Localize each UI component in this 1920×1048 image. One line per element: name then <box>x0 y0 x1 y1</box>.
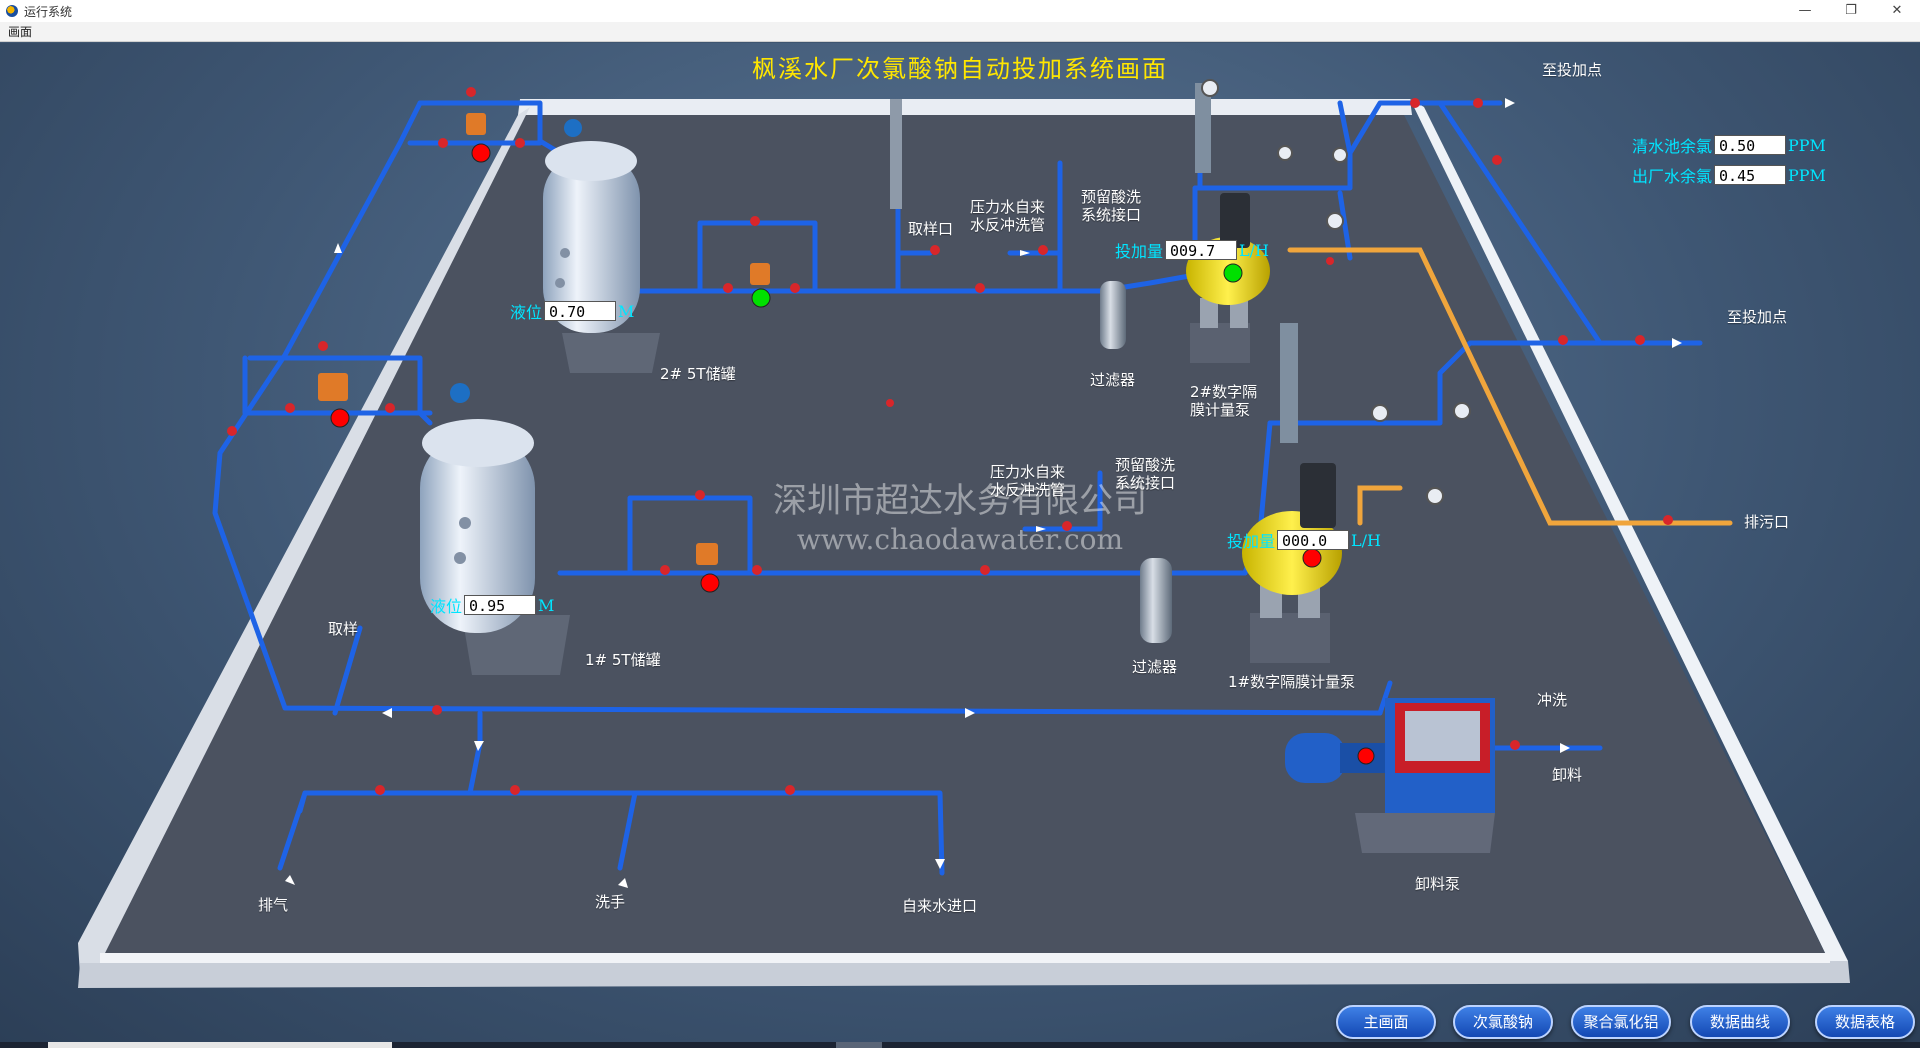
outlet-chlorine-value: 0.45 <box>1714 165 1787 185</box>
bottom-nav: 主画面 次氯酸钠 聚合氯化铝 数据曲线 数据表格 <box>0 1000 1920 1048</box>
label-sampling-port: 取样口 <box>908 220 954 238</box>
label-pressure-water-top: 压力水自来 水反冲洗管 <box>970 198 1046 234</box>
app-icon <box>6 5 18 17</box>
outlet-chlorine-label: 出厂水余氯 <box>1632 167 1713 186</box>
tank1-level-label: 液位 <box>430 597 463 616</box>
label-to-dosing-point-mid: 至投加点 <box>1727 308 1788 326</box>
tank1-level-value: 0.95 <box>464 595 537 615</box>
pump1-dose-unit: L/H <box>1351 530 1381 550</box>
label-filter-top: 过滤器 <box>1090 371 1136 389</box>
filter-mid <box>1140 558 1172 643</box>
nav-pac-button[interactable]: 聚合氯化铝 <box>1571 1005 1671 1039</box>
menubar: 画面 <box>0 22 1920 42</box>
back-wall <box>518 99 1412 115</box>
label-flush: 冲洗 <box>1537 691 1568 709</box>
tank2-level-readout: 液位 0.70 M <box>510 299 634 323</box>
label-filter-mid: 过滤器 <box>1132 658 1178 676</box>
tank2-level-unit: M <box>618 301 635 321</box>
pump1-dose-label: 投加量 <box>1227 532 1276 551</box>
taskbar-strip <box>0 1042 1920 1048</box>
label-unload-pump: 卸料泵 <box>1415 875 1461 893</box>
clear-pool-chlorine-label: 清水池余氯 <box>1632 137 1713 156</box>
valve-mid-top-status <box>751 288 771 308</box>
label-reserved-acid-mid: 预留酸洗 系统接口 <box>1115 456 1176 492</box>
sample-column <box>890 99 902 209</box>
label-tap-water-inlet: 自来水进口 <box>902 897 978 915</box>
clear-pool-chlorine-readout: 清水池余氯 0.50 PPM <box>1632 133 1826 157</box>
pump2-dose-value: 009.7 <box>1165 240 1238 260</box>
label-hand-wash: 洗手 <box>595 893 626 911</box>
label-pump1: 1#数字隔膜计量泵 <box>1228 673 1356 691</box>
taskbar-segment <box>48 1042 392 1048</box>
watermark-url: www.chaodawater.com <box>796 523 1124 556</box>
pump2-dose-label: 投加量 <box>1115 242 1164 261</box>
label-exhaust: 排气 <box>258 896 289 914</box>
label-pressure-water-mid: 压力水自来 水反冲洗管 <box>990 463 1066 499</box>
clear-pool-chlorine-unit: PPM <box>1788 135 1826 155</box>
process-scene: 枫溪水厂次氯酸钠自动投加系统画面 深圳市超达水务有限公司 www.chaodaw… <box>0 43 1920 1043</box>
label-sampling: 取样 <box>328 620 359 638</box>
window-title: 运行系统 <box>24 4 73 19</box>
window-controls: — ❐ ✕ <box>1782 0 1920 22</box>
pump1-dose-value: 000.0 <box>1277 530 1350 550</box>
tank1-level-readout: 液位 0.95 M <box>430 593 554 617</box>
screen-title: 枫溪水厂次氯酸钠自动投加系统画面 <box>752 55 1168 83</box>
outlet-chlorine-unit: PPM <box>1788 165 1826 185</box>
menu-screen[interactable]: 画面 <box>0 23 40 40</box>
minimize-button[interactable]: — <box>1782 0 1828 22</box>
taskbar-segment-2 <box>836 1042 882 1048</box>
valve-mid-bottom-status <box>700 573 720 593</box>
unload-pump-status-light <box>1357 747 1375 765</box>
label-reserved-acid-top: 预留酸洗 系统接口 <box>1081 188 1142 224</box>
front-edge <box>78 961 1850 988</box>
maximize-button[interactable]: ❐ <box>1828 0 1874 22</box>
nav-main-button[interactable]: 主画面 <box>1336 1005 1436 1039</box>
close-button[interactable]: ✕ <box>1874 0 1920 22</box>
pump2-dose-readout: 投加量 009.7 L/H <box>1115 238 1269 262</box>
label-tank2: 2# 5T储罐 <box>660 365 736 383</box>
label-tank1: 1# 5T储罐 <box>585 651 661 669</box>
nav-curve-button[interactable]: 数据曲线 <box>1690 1005 1790 1039</box>
nav-table-button[interactable]: 数据表格 <box>1815 1005 1915 1039</box>
outlet-chlorine-readout: 出厂水余氯 0.45 PPM <box>1632 163 1826 187</box>
pump2-dose-unit: L/H <box>1239 240 1269 260</box>
valve-tank2-status <box>471 143 491 163</box>
tank2-level-label: 液位 <box>510 303 543 322</box>
window-titlebar: 运行系统 — ❐ ✕ <box>0 0 1920 22</box>
tank2-level-value: 0.70 <box>544 301 617 321</box>
valve-tank1-status <box>330 408 350 428</box>
label-unload: 卸料 <box>1552 766 1583 784</box>
label-pump2: 2#数字隔 膜计量泵 <box>1190 383 1258 419</box>
filter-top <box>1100 281 1126 349</box>
label-to-dosing-point-top: 至投加点 <box>1542 61 1603 79</box>
nav-naclo-button[interactable]: 次氯酸钠 <box>1453 1005 1553 1039</box>
label-sewage-outlet: 排污口 <box>1744 513 1790 531</box>
pump2-status-light <box>1223 263 1243 283</box>
clear-pool-chlorine-value: 0.50 <box>1714 135 1787 155</box>
pump1-dose-readout: 投加量 000.0 L/H <box>1227 528 1381 552</box>
tank1-level-unit: M <box>538 595 555 615</box>
